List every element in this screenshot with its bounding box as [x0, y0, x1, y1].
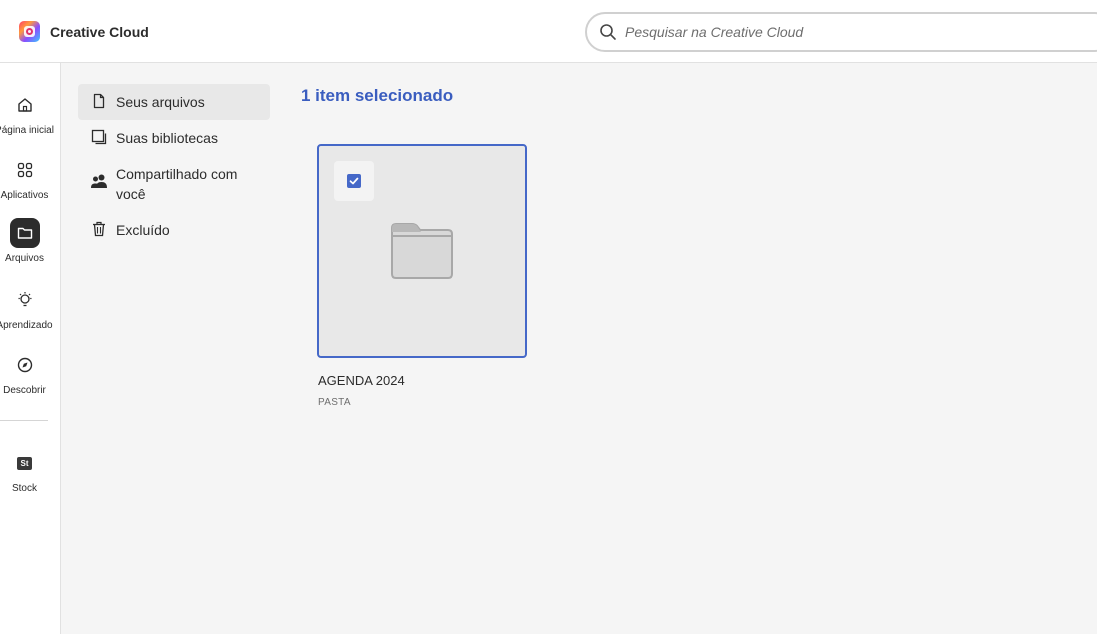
lightbulb-icon — [10, 285, 40, 315]
folder-icon — [9, 218, 40, 248]
select-checkbox-wrapper[interactable] — [334, 161, 374, 201]
brand-name: Creative Cloud — [50, 23, 149, 40]
nav-label-your-files: Seus arquivos — [116, 94, 205, 110]
nav-item-your-files[interactable]: Seus arquivos — [78, 84, 270, 120]
files-nav: Seus arquivos Suas bibliotecas Compartil… — [78, 84, 270, 248]
app-header: Creative Cloud — [0, 0, 1097, 63]
select-checkbox[interactable] — [347, 174, 361, 188]
nav-item-deleted[interactable]: Excluído — [78, 212, 270, 248]
stock-badge: St — [17, 456, 32, 470]
rail-item-files[interactable]: Arquivos — [0, 218, 49, 264]
search-input[interactable] — [625, 24, 1065, 40]
trash-icon — [90, 220, 108, 238]
rail-item-apps[interactable]: Aplicativos — [0, 155, 49, 201]
folder-card[interactable] — [317, 144, 527, 358]
rail-label-files: Arquivos — [5, 253, 44, 264]
folder-type: PASTA — [318, 397, 351, 408]
search-bar[interactable] — [585, 12, 1097, 52]
folder-thumbnail-icon — [391, 223, 453, 279]
rail-item-home[interactable]: Página inicial — [0, 90, 54, 136]
library-icon — [90, 128, 108, 146]
stock-icon: St — [10, 448, 40, 478]
app-rail: Página inicial Aplicativos Arquivos Apre… — [0, 63, 61, 634]
creative-cloud-logo-icon — [19, 21, 40, 42]
rail-item-discover[interactable]: Descobrir — [0, 350, 49, 396]
grid-icon — [10, 155, 40, 185]
home-icon — [10, 90, 40, 120]
nav-label-libraries: Suas bibliotecas — [116, 130, 218, 146]
checkmark-icon — [349, 177, 359, 185]
rail-label-discover: Descobrir — [3, 385, 46, 396]
rail-item-learn[interactable]: Aprendizado — [0, 285, 53, 331]
search-icon — [600, 24, 616, 40]
folder-name[interactable]: AGENDA 2024 — [318, 373, 405, 388]
brand[interactable]: Creative Cloud — [19, 21, 149, 42]
rail-label-apps: Aplicativos — [0, 190, 49, 201]
nav-label-shared: Compartilhado com você — [116, 166, 238, 202]
rail-label-home: Página inicial — [0, 125, 54, 136]
nav-item-libraries[interactable]: Suas bibliotecas — [78, 120, 270, 156]
selection-count-title: 1 item selecionado — [301, 86, 454, 105]
compass-icon — [10, 350, 40, 380]
people-icon — [90, 172, 108, 190]
document-icon — [90, 92, 108, 110]
nav-label-deleted: Excluído — [116, 222, 170, 238]
rail-divider — [0, 420, 48, 421]
rail-item-stock[interactable]: St Stock — [0, 448, 49, 494]
nav-item-shared[interactable]: Compartilhado com você — [78, 156, 270, 212]
rail-label-stock: Stock — [11, 483, 37, 494]
rail-label-learn: Aprendizado — [0, 320, 53, 331]
